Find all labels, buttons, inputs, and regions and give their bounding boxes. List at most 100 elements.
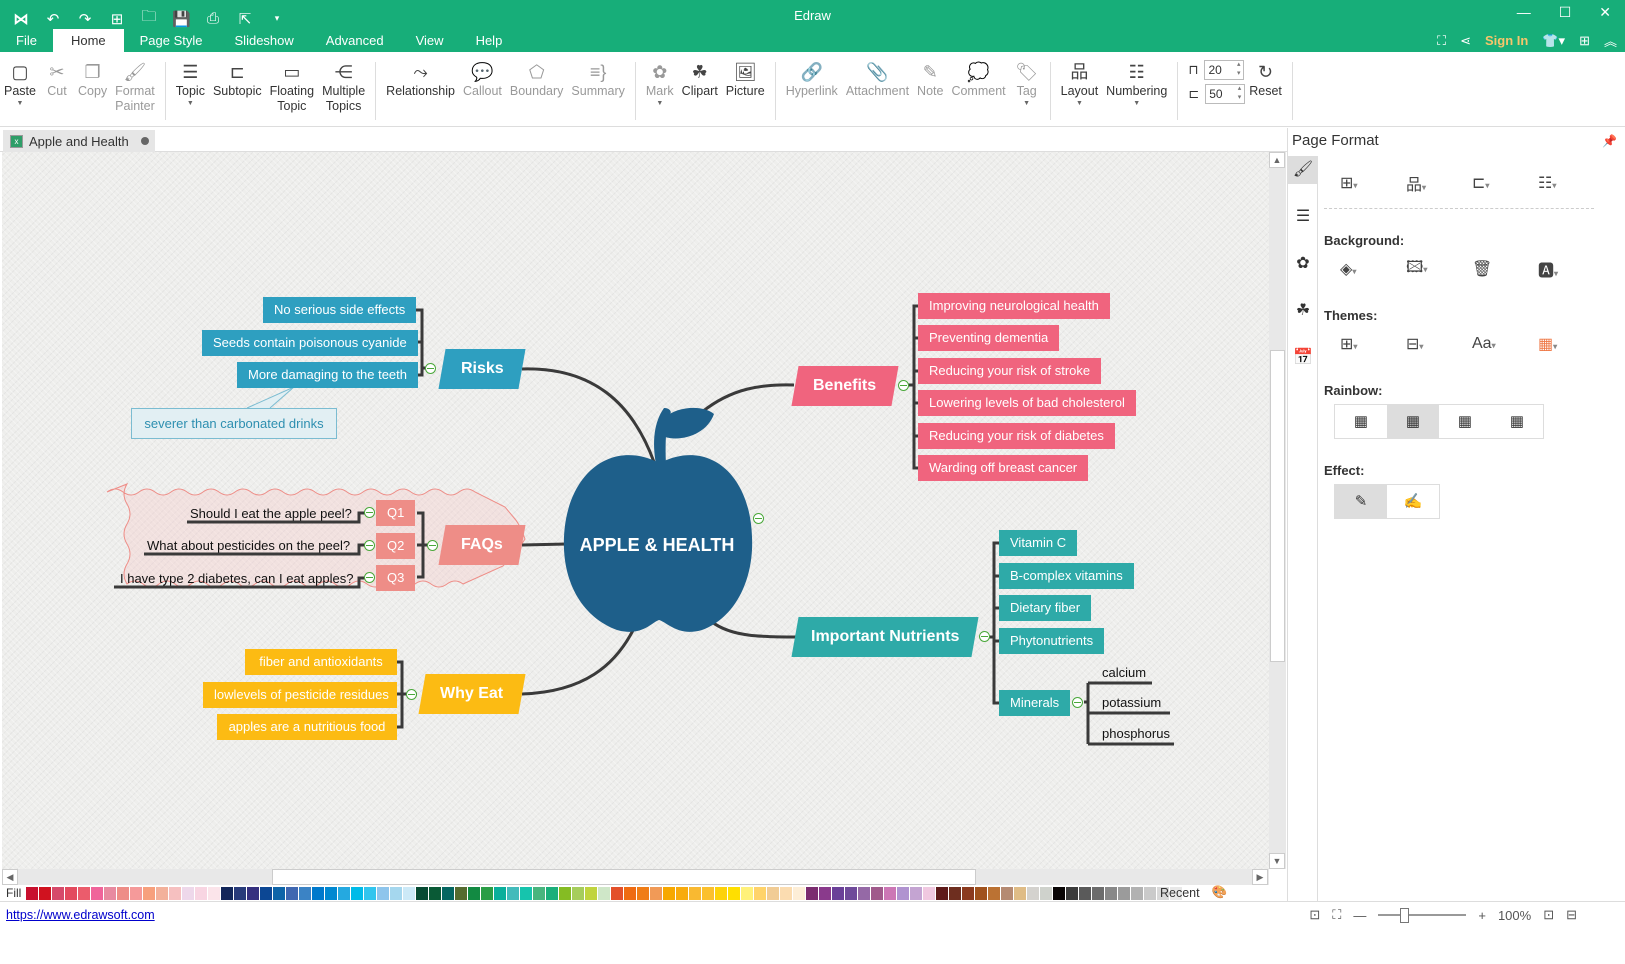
horizontal-spacing-input[interactable]: 20: [1204, 60, 1245, 80]
color-swatch[interactable]: [390, 886, 402, 900]
color-swatch[interactable]: [481, 886, 493, 900]
color-picker-icon[interactable]: 🎨: [1212, 885, 1228, 900]
layout-grid-icon[interactable]: ⊞▾: [1340, 173, 1376, 193]
scroll-right-button[interactable]: ▶: [1252, 869, 1268, 885]
mineral-item[interactable]: calcium: [1102, 665, 1146, 680]
topic-benefits[interactable]: Benefits: [791, 366, 899, 406]
mark-button[interactable]: ✿ Mark ▼: [642, 60, 678, 109]
minimize-icon[interactable]: —: [1517, 4, 1531, 21]
cut-button[interactable]: ✂ Cut: [40, 60, 74, 99]
color-swatch[interactable]: [572, 886, 584, 900]
chevron-down-icon[interactable]: ▼: [656, 99, 663, 109]
color-swatch[interactable]: [1131, 886, 1143, 900]
q3-collapse-toggle[interactable]: [364, 572, 375, 583]
rainbow-option[interactable]: ▦: [1335, 405, 1387, 438]
color-swatch[interactable]: [299, 886, 311, 900]
color-swatch[interactable]: [442, 886, 454, 900]
faq-q2[interactable]: Q2: [376, 533, 416, 559]
color-swatch[interactable]: [715, 886, 727, 900]
menu-tab-page-style[interactable]: Page Style: [124, 29, 219, 52]
color-swatch[interactable]: [143, 886, 155, 900]
color-swatch[interactable]: [598, 886, 610, 900]
color-swatch[interactable]: [104, 886, 116, 900]
color-swatch[interactable]: [169, 886, 181, 900]
chevron-down-icon[interactable]: ▼: [1076, 99, 1083, 109]
color-swatch[interactable]: [1027, 886, 1039, 900]
color-swatch[interactable]: [793, 886, 805, 900]
why-eat-subtopic[interactable]: fiber and antioxidants: [245, 649, 397, 675]
color-swatch[interactable]: [403, 886, 415, 900]
horizontal-scroll-thumb[interactable]: [272, 869, 976, 885]
color-swatch[interactable]: [117, 886, 129, 900]
effect-option-clean[interactable]: ✎: [1335, 485, 1387, 518]
color-swatch[interactable]: [767, 886, 779, 900]
nutrients-subtopic[interactable]: Phytonutrients: [999, 628, 1105, 654]
color-swatch[interactable]: [897, 886, 909, 900]
why-eat-subtopic[interactable]: apples are a nutritious food: [217, 714, 397, 740]
benefits-subtopic[interactable]: Lowering levels of bad cholesterol: [918, 390, 1136, 416]
risks-collapse-toggle[interactable]: [425, 363, 436, 374]
nutrients-collapse-toggle[interactable]: [979, 631, 990, 642]
boundary-button[interactable]: ⬠ Boundary: [506, 60, 568, 99]
risks-subtopic[interactable]: Seeds contain poisonous cyanide: [202, 330, 418, 356]
topic-important-nutrients[interactable]: Important Nutrients: [791, 617, 979, 657]
org-structure-icon[interactable]: 品▾: [1406, 171, 1442, 195]
fit-page-icon[interactable]: ⊡: [1309, 907, 1320, 923]
color-swatch[interactable]: [1092, 886, 1104, 900]
color-swatch[interactable]: [338, 886, 350, 900]
menu-tab-advanced[interactable]: Advanced: [310, 29, 400, 52]
why-eat-collapse-toggle[interactable]: [406, 689, 417, 700]
theme-icon[interactable]: ⊞▾: [1340, 334, 1376, 354]
fullscreen-view-icon[interactable]: ⛶: [1332, 907, 1341, 923]
subtopic-button[interactable]: ⊏ Subtopic: [209, 60, 266, 99]
tag-button[interactable]: 🏷 Tag ▼: [1010, 60, 1044, 109]
benefits-subtopic[interactable]: Reducing your risk of stroke: [918, 358, 1102, 384]
color-swatch[interactable]: [156, 886, 168, 900]
color-swatch[interactable]: [949, 886, 961, 900]
chevron-down-icon[interactable]: ▼: [1023, 99, 1030, 109]
summary-button[interactable]: ≡} Summary: [567, 60, 628, 99]
scroll-down-button[interactable]: ▼: [1269, 853, 1285, 869]
color-swatch[interactable]: [663, 886, 675, 900]
nutrients-subtopic[interactable]: Dietary fiber: [999, 595, 1092, 621]
q1-collapse-toggle[interactable]: [364, 507, 375, 518]
reset-button[interactable]: ↻ Reset: [1245, 60, 1286, 99]
color-swatch[interactable]: [754, 886, 766, 900]
color-swatch[interactable]: [260, 886, 272, 900]
mineral-item[interactable]: phosphorus: [1102, 726, 1170, 741]
topic-why-eat[interactable]: Why Eat: [418, 674, 526, 714]
scroll-left-button[interactable]: ◀: [2, 869, 18, 885]
multiple-topics-button[interactable]: ⋲ Multiple Topics: [318, 60, 369, 114]
clipart-button[interactable]: ☘ Clipart: [678, 60, 722, 99]
numbering-icon[interactable]: ☷▾: [1538, 173, 1574, 193]
faq-q3[interactable]: Q3: [376, 565, 416, 591]
outline-icon[interactable]: ☰: [1288, 203, 1318, 231]
horizontal-scrollbar[interactable]: [2, 869, 1269, 886]
color-swatch[interactable]: [312, 886, 324, 900]
minerals-collapse-toggle[interactable]: [1072, 697, 1083, 708]
comment-button[interactable]: 💭 Comment: [947, 60, 1009, 99]
color-swatch[interactable]: [507, 886, 519, 900]
color-swatch[interactable]: [676, 886, 688, 900]
nutrients-subtopic-minerals[interactable]: Minerals: [999, 690, 1071, 716]
menu-tab-help[interactable]: Help: [460, 29, 519, 52]
color-swatch[interactable]: [468, 886, 480, 900]
color-swatch[interactable]: [273, 886, 285, 900]
rainbow-option[interactable]: ▦: [1491, 405, 1543, 438]
color-swatch[interactable]: [910, 886, 922, 900]
topic-risks[interactable]: Risks: [438, 349, 526, 389]
chevron-down-icon[interactable]: ▼: [187, 99, 194, 109]
color-swatch[interactable]: [611, 886, 623, 900]
faq-question[interactable]: I have type 2 diabetes, can I eat apples…: [120, 571, 353, 586]
color-swatch[interactable]: [884, 886, 896, 900]
color-swatch[interactable]: [741, 886, 753, 900]
zoom-in-button[interactable]: +: [1478, 908, 1486, 923]
color-swatch[interactable]: [1001, 886, 1013, 900]
nutrients-subtopic[interactable]: Vitamin C: [999, 530, 1078, 556]
collapse-ribbon-icon[interactable]: ︽: [1604, 31, 1617, 50]
color-swatch[interactable]: [1144, 886, 1156, 900]
risks-subtopic[interactable]: More damaging to the teeth: [237, 362, 418, 388]
benefits-subtopic[interactable]: Preventing dementia: [918, 325, 1060, 351]
color-swatch[interactable]: [221, 886, 233, 900]
mindmap-canvas[interactable]: APPLE & HEALTH Risks No serious side eff…: [2, 152, 1269, 869]
